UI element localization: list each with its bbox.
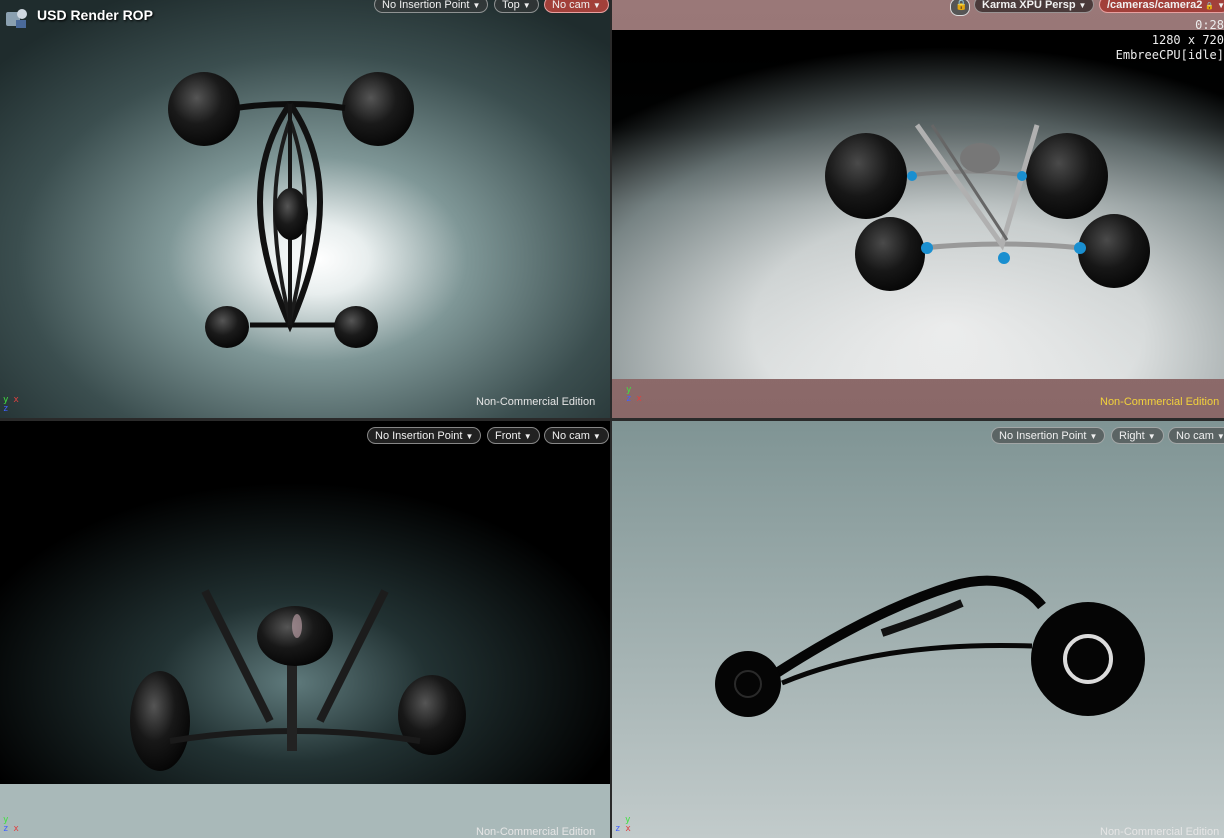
viewport-right-render [612, 421, 1224, 838]
render-time: 0:28 [1195, 18, 1224, 32]
viewport-front[interactable]: No Insertion Point ▼ Front ▼ No cam ▼ yzx N… [0, 421, 610, 838]
chevron-down-icon: ▼ [1078, 1, 1087, 10]
chevron-down-icon: ▼ [523, 432, 532, 441]
insertion-point-menu[interactable]: No Insertion Point ▼ [374, 0, 489, 13]
viewport-render[interactable]: 🔒 Karma XPU Persp ▼ /cameras/camera2 🔒 ▼ 0:… [612, 0, 1224, 418]
camera-menu[interactable]: No cam ▼ [544, 0, 609, 13]
non-commercial-watermark: Non-Commercial Edition [476, 826, 596, 838]
non-commercial-watermark: Non-Commercial Edition [476, 396, 596, 408]
axis-gizmo: yxz [3, 395, 19, 414]
viewport-front-render [0, 421, 610, 784]
camera-menu[interactable]: No cam ▼ [1168, 427, 1224, 444]
camera-path-menu[interactable]: /cameras/camera2 🔒 ▼ [1099, 0, 1224, 13]
axis-gizmo: yzx [615, 815, 631, 834]
render-resolution: 1280 x 720 [1151, 33, 1224, 47]
camera-menu[interactable]: No cam ▼ [544, 427, 609, 444]
render-status: EmbreeCPU[idle] [1115, 48, 1224, 62]
viewport-right[interactable]: No Insertion Point ▼ Right ▼ No cam ▼ yzx N… [612, 421, 1224, 838]
view-menu[interactable]: Front ▼ [487, 427, 540, 444]
viewport-top-render [0, 0, 610, 418]
render-stats: 0:28 1280 x 720 EmbreeCPU[idle] [1116, 18, 1224, 63]
chevron-down-icon: ▼ [1147, 432, 1156, 441]
chevron-down-icon: ▼ [592, 432, 601, 441]
chevron-down-icon: ▼ [1216, 432, 1224, 441]
chevron-down-icon: ▼ [592, 1, 601, 10]
lock-camera-button[interactable]: 🔒 [950, 0, 970, 16]
lock-icon: 🔒 [955, 0, 968, 11]
viewport-splitter-horizontal[interactable] [0, 418, 1224, 421]
chevron-down-icon: ▼ [522, 1, 531, 10]
insertion-point-menu[interactable]: No Insertion Point ▼ [367, 427, 482, 444]
chevron-down-icon: ▼ [472, 1, 481, 10]
chevron-down-icon: ▼ [465, 432, 474, 441]
chevron-down-icon: ▼ [1089, 432, 1098, 441]
viewport-top[interactable]: USD Render ROP No Insertion Point ▼ Top ▼ … [0, 0, 610, 418]
view-menu[interactable]: Right ▼ [1111, 427, 1164, 444]
node-title: USD Render ROP [37, 7, 153, 23]
render-rop-icon [4, 6, 28, 30]
non-commercial-watermark: Non-Commercial Edition [1100, 396, 1220, 408]
lock-icon: 🔒 [1205, 3, 1215, 10]
non-commercial-watermark: Non-Commercial Edition [1100, 826, 1220, 838]
chevron-down-icon: ▼ [1217, 1, 1224, 10]
axis-gizmo: yzx [626, 385, 642, 404]
axis-gizmo: yzx [3, 815, 19, 834]
insertion-point-menu[interactable]: No Insertion Point ▼ [991, 427, 1106, 444]
renderer-menu[interactable]: Karma XPU Persp ▼ [974, 0, 1095, 13]
view-menu[interactable]: Top ▼ [494, 0, 539, 13]
